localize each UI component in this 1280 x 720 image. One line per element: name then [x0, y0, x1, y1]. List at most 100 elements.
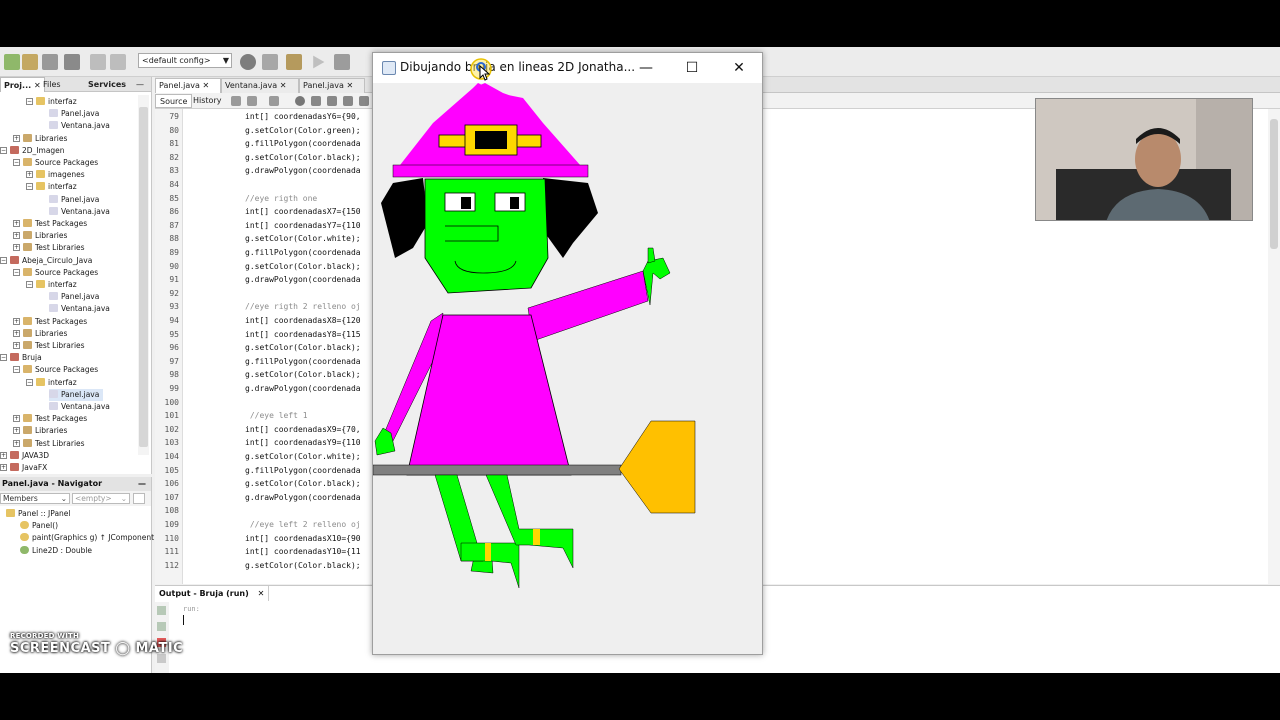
- find-previous-icon[interactable]: [311, 96, 321, 106]
- tree-expander-icon[interactable]: +: [13, 342, 20, 349]
- tree-item[interactable]: Abeja_Circulo_Java: [10, 255, 92, 267]
- run-icon[interactable]: [313, 55, 325, 69]
- tree-item[interactable]: 2D_Imagen: [10, 145, 65, 157]
- tree-item[interactable]: Ventana.java: [49, 303, 110, 315]
- tree-item[interactable]: interfaz: [36, 181, 77, 193]
- scrollbar-thumb[interactable]: [139, 107, 148, 447]
- tree-expander-icon[interactable]: +: [13, 415, 20, 423]
- history-tab[interactable]: History: [189, 94, 225, 108]
- tree-expander-icon[interactable]: −: [13, 268, 20, 276]
- navigator-item[interactable]: Panel(): [20, 520, 58, 532]
- tree-item[interactable]: interfaz: [36, 377, 77, 389]
- save-all-icon[interactable]: [64, 54, 80, 70]
- tree-expander-icon[interactable]: −: [26, 378, 33, 386]
- config-select[interactable]: <default config> ▼: [138, 53, 232, 68]
- tree-item[interactable]: Test Libraries: [23, 340, 85, 352]
- navigator-item[interactable]: Panel :: JPanel: [6, 508, 71, 520]
- navigator-item[interactable]: Line2D : Double: [20, 545, 92, 557]
- tree-expander-icon[interactable]: −: [13, 366, 20, 374]
- editor-tab-ventana-java[interactable]: Ventana.java ✕: [221, 78, 299, 93]
- tab-services[interactable]: Services: [85, 77, 129, 92]
- tab-projects[interactable]: Proj... ✕: [0, 77, 45, 92]
- tree-expander-icon[interactable]: +: [13, 232, 20, 240]
- tree-item[interactable]: Ventana.java: [49, 401, 110, 413]
- tree-item[interactable]: Test Libraries: [23, 438, 85, 450]
- close-icon[interactable]: ✕: [280, 81, 287, 90]
- tree-item[interactable]: Test Packages: [23, 316, 87, 328]
- tree-expander-icon[interactable]: −: [26, 183, 33, 191]
- tree-item[interactable]: interfaz: [36, 279, 77, 291]
- redo-icon[interactable]: [110, 54, 126, 70]
- tree-expander-icon[interactable]: +: [13, 134, 20, 142]
- tree-item[interactable]: Ventana.java: [49, 120, 110, 132]
- tree-item[interactable]: Source Packages: [23, 157, 98, 169]
- build-icon[interactable]: [286, 54, 302, 70]
- filter-options-icon[interactable]: [133, 493, 145, 504]
- tree-item[interactable]: Libraries: [23, 328, 67, 340]
- projects-scrollbar[interactable]: [138, 95, 149, 455]
- tree-item[interactable]: Source Packages: [23, 267, 98, 279]
- tab-files[interactable]: Files: [40, 77, 64, 92]
- tree-item[interactable]: Libraries: [23, 230, 67, 242]
- tree-item[interactable]: Libraries: [23, 425, 67, 437]
- tree-item[interactable]: JAVA3D: [10, 450, 49, 462]
- empty-filter-select[interactable]: <empty> ⌄: [72, 493, 130, 504]
- tree-expander-icon[interactable]: −: [0, 146, 7, 154]
- tree-expander-icon[interactable]: +: [0, 464, 7, 471]
- last-edit-icon[interactable]: [231, 96, 241, 106]
- tree-expander-icon[interactable]: +: [13, 439, 20, 447]
- tree-expander-icon[interactable]: −: [26, 281, 33, 288]
- tree-expander-icon[interactable]: +: [13, 329, 20, 337]
- selection-icon[interactable]: [359, 96, 369, 106]
- minimize-panel-icon[interactable]: —: [133, 77, 147, 92]
- debug-icon[interactable]: [334, 54, 350, 70]
- tree-item[interactable]: Test Libraries: [23, 242, 85, 254]
- close-icon[interactable]: ✕: [202, 81, 209, 90]
- tree-item[interactable]: Panel.java: [49, 388, 104, 401]
- toggle-highlight-icon[interactable]: [343, 96, 353, 106]
- rerun-different-icon[interactable]: [157, 622, 166, 631]
- tree-item[interactable]: Panel.java: [49, 108, 99, 120]
- tree-expander-icon[interactable]: +: [13, 220, 20, 227]
- tree-item[interactable]: Test Packages: [23, 413, 87, 425]
- close-button[interactable]: ✕: [716, 53, 762, 83]
- output-tab[interactable]: Output - Bruja (run) ✕: [155, 586, 270, 601]
- tree-item[interactable]: Source Packages: [23, 364, 98, 376]
- close-icon[interactable]: ✕: [346, 81, 353, 90]
- tree-expander-icon[interactable]: −: [13, 159, 20, 166]
- back-icon[interactable]: [247, 96, 257, 106]
- tree-expander-icon[interactable]: −: [26, 98, 33, 105]
- editor-tab-panel-java[interactable]: Panel.java ✕: [155, 78, 221, 93]
- editor-scrollbar[interactable]: [1268, 109, 1280, 584]
- maximize-button[interactable]: ☐: [669, 53, 715, 83]
- tree-item[interactable]: interfaz: [36, 96, 77, 108]
- minimize-panel-icon[interactable]: —: [138, 477, 146, 491]
- scrollbar-thumb[interactable]: [1270, 119, 1278, 249]
- tree-item[interactable]: imagenes: [36, 169, 85, 181]
- tree-item[interactable]: Test Packages: [23, 218, 87, 230]
- navigator-item[interactable]: paint(Graphics g) ↑ JComponent: [20, 532, 154, 544]
- app-titlebar[interactable]: Dibujando bruja en lineas 2D Jonatha... …: [373, 53, 762, 83]
- tree-item[interactable]: JavaFX: [10, 462, 47, 474]
- tree-item[interactable]: Bruja: [10, 352, 42, 364]
- minimize-button[interactable]: —: [623, 53, 669, 83]
- tree-item[interactable]: Ventana.java: [49, 206, 110, 218]
- new-project-icon[interactable]: [4, 54, 20, 70]
- tree-expander-icon[interactable]: −: [0, 256, 7, 264]
- open-project-icon[interactable]: [42, 54, 58, 70]
- find-next-icon[interactable]: [327, 96, 337, 106]
- source-tab[interactable]: Source: [155, 94, 193, 108]
- tree-expander-icon[interactable]: +: [26, 171, 33, 179]
- tree-expander-icon[interactable]: −: [0, 354, 7, 362]
- tree-expander-icon[interactable]: +: [13, 317, 20, 325]
- tree-item[interactable]: Panel.java: [49, 194, 99, 206]
- members-filter-select[interactable]: Members ⌄: [0, 493, 70, 504]
- forward-icon[interactable]: [269, 96, 279, 106]
- tree-item[interactable]: Panel.java: [49, 291, 99, 303]
- tree-expander-icon[interactable]: +: [13, 244, 20, 252]
- target-icon[interactable]: [240, 54, 256, 70]
- editor-tab-panel-java-2[interactable]: Panel.java ✕: [299, 78, 365, 93]
- undo-icon[interactable]: [90, 54, 106, 70]
- new-file-icon[interactable]: [22, 54, 38, 70]
- close-icon[interactable]: ✕: [258, 589, 265, 598]
